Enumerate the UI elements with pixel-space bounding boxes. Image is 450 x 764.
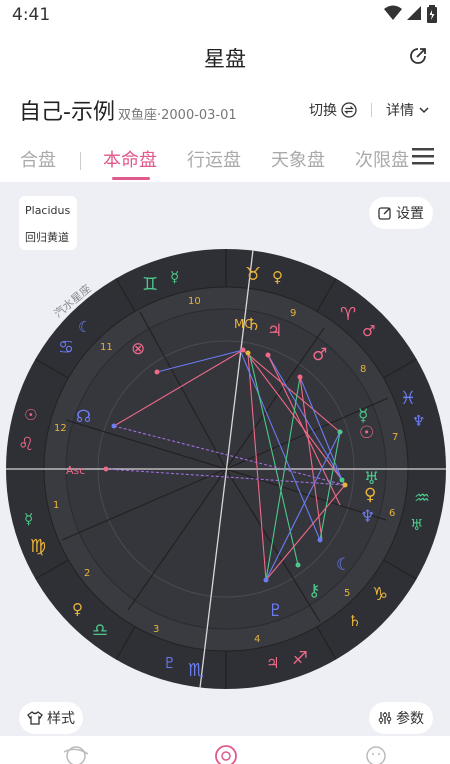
sign-virgo-icon: ♍ [30, 536, 46, 557]
sign-cancer-icon: ♋ [58, 337, 74, 358]
tab-transit[interactable]: 行运盘 [187, 146, 241, 172]
app-bar: 星盘 [0, 34, 450, 80]
ruler-mercury2-icon: ☿ [24, 510, 33, 528]
menu-icon[interactable] [411, 146, 435, 166]
ruler-venus2-icon: ♀ [272, 268, 283, 286]
natal-chart-wheel[interactable]: 汽水星座 ♊ ♋ ♌ ♍ ♎ ♏ ♐ ♑ ♒ ♓ ♈ ♉ ☿ ☾ ☉ ☿ ♀ ♇… [0, 182, 450, 736]
ruler-pluto-icon: ♇ [163, 654, 176, 672]
sign-sagittarius-icon: ♐ [292, 648, 308, 669]
sliders-icon [378, 712, 392, 724]
tab-active-indicator [112, 177, 150, 180]
profile-nav-icon[interactable] [362, 742, 390, 764]
params-button[interactable]: 参数 [369, 702, 433, 734]
house-1: 1 [53, 500, 59, 511]
status-icons [384, 5, 438, 23]
ruler-jupiter-icon: ♃ [266, 654, 279, 672]
planet-venus-icon: ♀ [364, 485, 376, 505]
status-time: 4:41 [12, 5, 51, 25]
ruler-mars-icon: ♂ [362, 322, 375, 340]
style-label: 样式 [47, 711, 75, 727]
planet-fortune-icon: ⊗ [131, 339, 145, 359]
planet-nav-icon[interactable] [62, 742, 90, 764]
switch-icon [341, 102, 357, 118]
battery-icon [427, 5, 437, 23]
sign-scorpio-icon: ♏ [188, 660, 204, 681]
profile-row: 自己-示例 双鱼座·2000-03-01 切换 详情 [0, 92, 450, 128]
planet-mars-icon: ♂ [312, 345, 327, 365]
planet-node-icon: ☊ [76, 407, 91, 427]
house-6: 6 [389, 508, 395, 519]
tab-sky[interactable]: 天象盘 [271, 146, 325, 172]
planet-jupiter-icon: ♃ [267, 321, 282, 341]
detail-button[interactable]: 详情 [386, 100, 430, 120]
sign-pisces-icon: ♓ [400, 388, 416, 409]
ruler-sun-icon: ☉ [24, 406, 37, 424]
house-4: 4 [254, 634, 260, 645]
sign-capricorn-icon: ♑ [372, 584, 388, 605]
switch-label: 切换 [309, 103, 337, 119]
style-button[interactable]: 样式 [19, 702, 83, 734]
tab-synastry[interactable]: 合盘 [20, 146, 56, 172]
chevron-down-icon [419, 107, 429, 114]
sign-libra-icon: ♎ [92, 620, 108, 641]
house-3: 3 [153, 624, 159, 635]
house-8: 8 [360, 364, 366, 375]
share-icon[interactable] [408, 46, 428, 66]
house-7: 7 [392, 432, 398, 443]
sign-taurus-icon: ♉ [245, 264, 261, 285]
params-label: 参数 [396, 711, 424, 727]
switch-button[interactable]: 切换 [309, 100, 357, 120]
ruler-uranus-icon: ♅ [410, 516, 423, 534]
planet-moon-icon: ☾ [336, 555, 351, 575]
sign-leo-icon: ♌ [18, 434, 34, 455]
sign-aquarius-icon: ♒ [414, 488, 430, 509]
planet-pluto-icon: ♇ [268, 601, 283, 621]
chart-nav-icon[interactable] [212, 742, 240, 764]
planet-neptune-icon: ♆ [360, 507, 375, 527]
chart-area: Placidus 回归黄道 设置 汽水星座 ♊ ♋ ♌ ♍ ♎ ♏ ♐ ♑ ♒ … [0, 182, 450, 736]
house-2: 2 [84, 568, 90, 579]
ruler-moon-icon: ☾ [78, 318, 91, 336]
signal-icon [407, 6, 421, 20]
wifi-icon [384, 5, 402, 20]
ruler-saturn-icon: ♄ [348, 612, 361, 630]
ruler-venus-icon: ♀ [72, 600, 83, 618]
house-5: 5 [344, 588, 350, 599]
tab-divider [80, 152, 81, 170]
asc-label: Asc [66, 464, 85, 477]
tab-natal[interactable]: 本命盘 [103, 146, 157, 172]
status-bar: 4:41 [0, 0, 450, 30]
shirt-icon [27, 711, 43, 725]
sign-gemini-icon: ♊ [142, 274, 158, 295]
ruler-mercury-icon: ☿ [170, 268, 179, 286]
bottom-nav [0, 736, 450, 764]
detail-label: 详情 [386, 103, 414, 119]
mc-label: MC [234, 317, 253, 331]
sign-aries-icon: ♈ [340, 304, 356, 325]
house-11: 11 [100, 342, 113, 353]
house-9: 9 [290, 308, 296, 319]
profile-name: 自己-示例 [19, 100, 115, 125]
page-title: 星盘 [204, 47, 246, 71]
house-10: 10 [188, 296, 201, 307]
ruler-neptune-icon: ♆ [412, 412, 425, 430]
tab-progression[interactable]: 次限盘 [355, 146, 409, 172]
planet-chiron-icon: ⚷ [308, 581, 320, 601]
profile-divider [371, 103, 372, 117]
planet-sun-icon: ☉ [359, 423, 374, 443]
chart-tabs: 合盘 本命盘 行运盘 天象盘 次限盘 [0, 140, 450, 182]
profile-subtitle: 双鱼座·2000-03-01 [118, 108, 237, 123]
house-12: 12 [54, 423, 67, 434]
